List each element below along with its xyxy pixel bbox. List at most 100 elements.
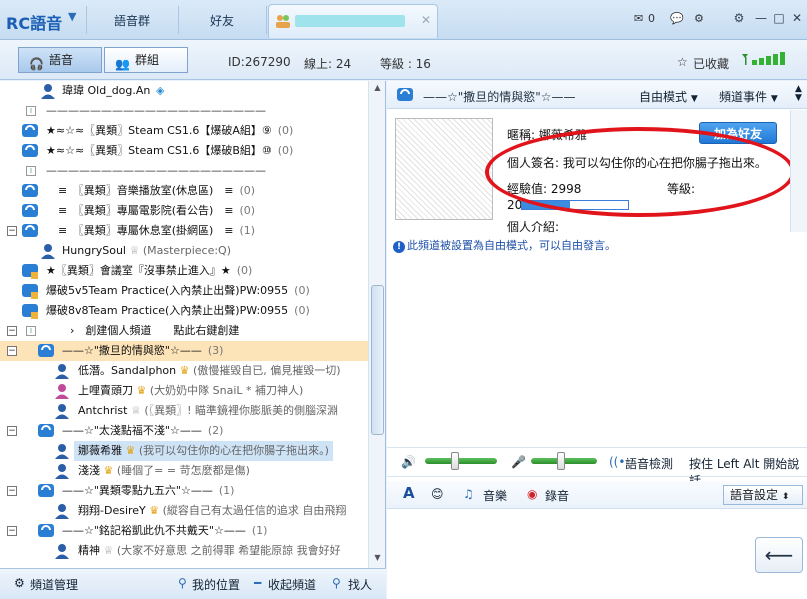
channel-row[interactable]: − ≡ 〖異類〗專屬休息室(掛網區) ≡ (1) [0,221,368,241]
font-icon[interactable]: A [403,484,415,502]
channel-row[interactable]: ≡ 〖異類〗音樂播放室(休息區) ≡ (0) [0,181,368,201]
music-button[interactable]: 音樂 [483,487,507,504]
channel-row[interactable]: 爆破8v8Team Practice(入內禁止出聲)PW:0955 (0) [0,301,368,321]
collapse-toggle[interactable]: − [7,426,17,436]
expand-icon[interactable]: ▲ ▼ [795,85,802,103]
user-name: 淺淺 [78,464,100,477]
scroll-thumb[interactable] [371,285,384,435]
list-item[interactable]: HungrySoul ♕ (Masterpiece:Q) [0,241,368,261]
favorited-label[interactable]: 已收藏 [693,55,729,72]
add-friend-button[interactable]: 加為好友 [699,122,777,144]
star-icon[interactable]: ☆ [677,55,688,69]
list-item[interactable]: 娜薇希雅 ♛ (我可以勾住你的心在把你腸子拖出來。) [0,441,368,461]
channel-name: ≡ 〖異類〗音樂播放室(休息區) ≡ [58,184,234,197]
minimize-icon[interactable]: — [753,10,769,26]
my-location-button[interactable]: 我的位置 [192,576,240,593]
tab-friends[interactable]: 好友 [210,12,234,29]
exp-value: 2998 [550,182,582,196]
mail-count: 0 [648,12,655,25]
channel-row[interactable]: 爆破5v5Team Practice(入內禁止出聲)PW:0955 (0) [0,281,368,301]
channel-events-dropdown[interactable]: 頻道事件 ▼ [719,88,778,105]
collapse-channels-button[interactable]: 收起頻道 [268,576,316,593]
scrollbar[interactable]: ▲ ▼ [368,81,385,568]
info-icon: ! [393,241,405,253]
collapse-toggle[interactable]: − [7,226,17,236]
channel-row[interactable]: − ——☆"太淺點福不淺"☆—— (2) [0,421,368,441]
location-icon[interactable]: ⚲ [178,576,187,590]
user-icon [55,404,69,419]
channel-row[interactable]: ★〖異類〗會議室『沒事禁止進入』★ (0) [0,261,368,281]
channel-name: ★〖異類〗會議室『沒事禁止進入』★ [46,264,231,277]
mail-icon[interactable]: ✉ [634,12,643,25]
user-signature: (〖異類〗! 瞄準鏡裡你膨脈美的側腦深淵 [144,404,339,417]
collapse-toggle[interactable]: − [7,526,17,536]
chevron-down-icon[interactable]: ▼ [68,10,82,28]
list-item[interactable]: 瑋瑋 Old_dog.An ◈ [0,81,368,101]
tab-group-label: 群組 [135,53,160,67]
channel-row[interactable]: − ——☆"銘記裕凱此仇不共戴天"☆—— (1) [0,521,368,541]
collapse-icon[interactable]: ━ [254,576,261,590]
group-icon [276,15,290,28]
send-button[interactable]: ⟵ [755,537,803,573]
headset-icon: 🎧 [29,57,44,71]
slider-knob[interactable] [450,452,459,470]
user-icon [55,504,69,519]
speaker-volume-slider[interactable] [425,452,497,470]
collapse-toggle[interactable]: − [7,346,17,356]
record-icon[interactable]: ◉ [527,487,537,501]
user-icon [55,384,69,399]
user-name: 上哩賣頭刀 [78,384,133,397]
divider [178,6,179,34]
scroll-up-icon[interactable]: ▲ [371,83,384,95]
channel-manage-button[interactable]: 頻道管理 [30,576,78,593]
music-icon[interactable]: ♫ [463,487,474,501]
list-item[interactable]: 上哩賣頭刀 ♛ (大奶奶中隊 SnaiL * 補刀神人) [0,381,368,401]
channel-row[interactable]: − ——☆"撒旦的情與慾"☆—— (3) [0,341,368,361]
channel-tree: 瑋瑋 Old_dog.An ◈ i ———————————————————— ★… [0,81,386,568]
settings-icon[interactable]: ⚙ [731,10,747,26]
tab-voice-group[interactable]: 語音群 [114,12,150,29]
speaker-icon[interactable]: 🔊 [401,455,416,469]
voice-setting-dropdown[interactable]: 語音設定 ⬍ [723,485,803,505]
channel-row[interactable]: ★≈☆≈〖異類〗Steam CS1.6【爆破A組】⑨ (0) [0,121,368,141]
profile-scrollbar[interactable] [790,110,807,232]
maximize-icon[interactable]: □ [771,10,787,26]
list-item[interactable]: Antchrist ♕ (〖異類〗! 瞄準鏡裡你膨脈美的側腦深淵 [0,401,368,421]
gear-icon[interactable]: ⚙ [14,576,25,590]
collapse-toggle[interactable]: − [7,326,17,336]
voice-detect-icon[interactable]: ((• [609,455,625,469]
scroll-down-icon[interactable]: ▼ [371,553,384,565]
channel-row[interactable]: ★≈☆≈〖異類〗Steam CS1.6【爆破B組】⑩ (0) [0,141,368,161]
intro-label: 個人介紹: [507,220,560,234]
user-name: HungrySoul [62,244,126,257]
close-window-icon[interactable]: ✕ [789,10,805,26]
tab-chat[interactable]: ✕ [268,4,438,38]
channel-row[interactable]: ≡ 〖異類〗專屬電影院(看公告) ≡ (0) [0,201,368,221]
voice-detect-button[interactable]: 語音檢測 [625,455,673,472]
channel-name: ≡ 〖異類〗專屬電影院(看公告) ≡ [58,204,234,217]
channel-row[interactable]: − ——☆"異類零點九五六"☆—— (1) [0,481,368,501]
user-icon [41,244,55,259]
mode-dropdown[interactable]: 自由模式 ▼ [639,88,698,105]
mic-icon[interactable]: 🎤 [511,455,526,469]
tools-icon[interactable]: ⚙ [694,12,704,25]
list-item[interactable]: 淺淺 ♛ (睡個了= = 苛怎麼都是傷) [0,461,368,481]
emoji-icon[interactable]: 😊 [431,487,444,501]
close-icon[interactable]: ✕ [421,13,431,27]
mic-volume-slider[interactable] [531,452,597,470]
message-icon[interactable]: 💬 [670,12,684,25]
slider-knob[interactable] [557,452,566,470]
collapse-toggle[interactable]: − [7,486,17,496]
channel-count: (0) [236,264,253,277]
list-item[interactable]: 精神 ♕ (大家不好意思 之前得罪 希望能原諒 我會好好 [0,541,368,561]
list-item[interactable]: 低潛。Sandalphon ♛ (傲慢摧毀自已, 偏見摧毀一切) [0,361,368,381]
tab-group-mode[interactable]: 👥 群組 [104,47,188,73]
record-button[interactable]: 錄音 [545,487,569,504]
find-people-button[interactable]: 找人 [348,576,372,593]
exp-progress-fill [522,201,570,209]
channel-icon [22,144,38,157]
list-item[interactable]: 翔翔-DesireY ♛ (縱容自己有太過任信的追求 自由飛翔 [0,501,368,521]
create-channel-row[interactable]: − i › 創建個人頻道 點此右鍵創建 [0,321,368,341]
tab-voice-mode[interactable]: 🎧 語音 [18,47,102,73]
search-icon[interactable]: ⚲ [332,576,341,590]
